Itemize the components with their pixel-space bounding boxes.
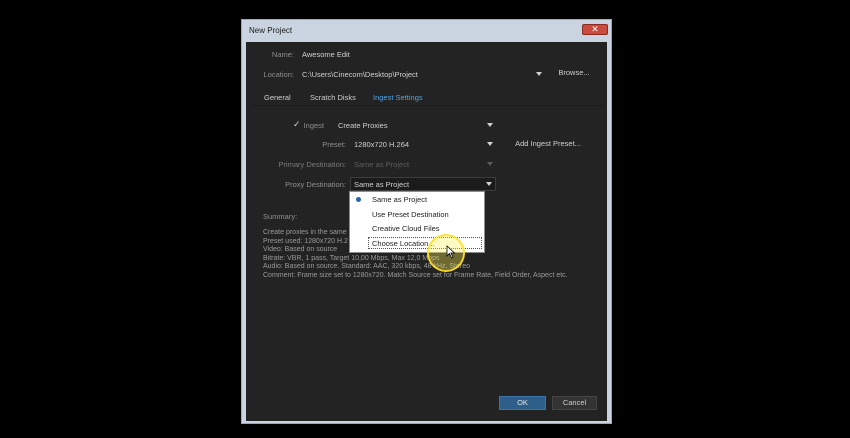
primary-destination-dropdown[interactable]: Same as Project [352,157,496,171]
menu-item-choose-location[interactable]: Choose Location... [372,239,435,248]
proxy-destination-label: Proxy Destination: [285,180,346,189]
proxy-destination-menu: Same as Project Use Preset Destination C… [349,191,485,253]
window-title: New Project [249,26,293,35]
name-field[interactable]: Awesome Edit [302,50,350,59]
title-bar[interactable]: New Project ✕ [242,20,611,42]
preset-dropdown[interactable]: 1280x720 H.264 [352,137,496,151]
add-ingest-preset-button[interactable]: Add Ingest Preset... [508,136,588,152]
preset-label: Preset: [322,140,346,149]
ok-label: OK [517,398,528,407]
chevron-down-icon [487,162,493,166]
selected-radio-icon [356,197,361,202]
chevron-down-icon [486,182,492,186]
chevron-down-icon [487,142,493,146]
summary-line: Comment: Frame size set to 1280x720. Mat… [263,271,568,279]
browse-label: Browse... [558,68,590,77]
location-value: C:\Users\Cinecom\Desktop\Project [302,70,418,79]
proxy-destination-value: Same as Project [354,180,410,189]
close-button[interactable]: ✕ [582,24,608,35]
primary-destination-label: Primary Destination: [278,160,346,169]
mouse-cursor-icon [446,245,456,259]
ingest-mode-value: Create Proxies [338,121,388,130]
menu-item-use-preset-destination[interactable]: Use Preset Destination [372,210,449,219]
tab-bar [252,87,604,106]
location-label: Location: [263,70,294,79]
ingest-checkbox-icon[interactable]: ✓ [293,119,301,130]
cancel-label: Cancel [562,398,587,407]
browse-button[interactable]: Browse... [552,66,596,81]
add-ingest-preset-label: Add Ingest Preset... [515,139,581,148]
summary-title: Summary: [263,212,298,221]
name-label: Name: [271,50,294,59]
ok-button[interactable]: OK [499,396,546,410]
primary-destination-value: Same as Project [354,160,410,169]
ingest-mode-dropdown[interactable]: Create Proxies [336,118,496,132]
tab-general[interactable]: General [264,93,291,102]
tab-scratch-disks[interactable]: Scratch Disks [310,93,356,102]
chevron-down-icon [536,72,542,76]
proxy-destination-dropdown[interactable]: Same as Project [350,177,496,191]
menu-item-same-as-project[interactable]: Same as Project [372,195,427,204]
cancel-button[interactable]: Cancel [552,396,597,410]
preset-value: 1280x720 H.264 [354,140,410,149]
ingest-label: Ingest [303,121,324,130]
close-icon: ✕ [591,24,599,34]
chevron-down-icon [487,123,493,127]
location-dropdown[interactable]: C:\Users\Cinecom\Desktop\Project [300,66,546,80]
menu-item-creative-cloud-files[interactable]: Creative Cloud Files [372,224,440,233]
tab-ingest-settings[interactable]: Ingest Settings [373,93,423,102]
